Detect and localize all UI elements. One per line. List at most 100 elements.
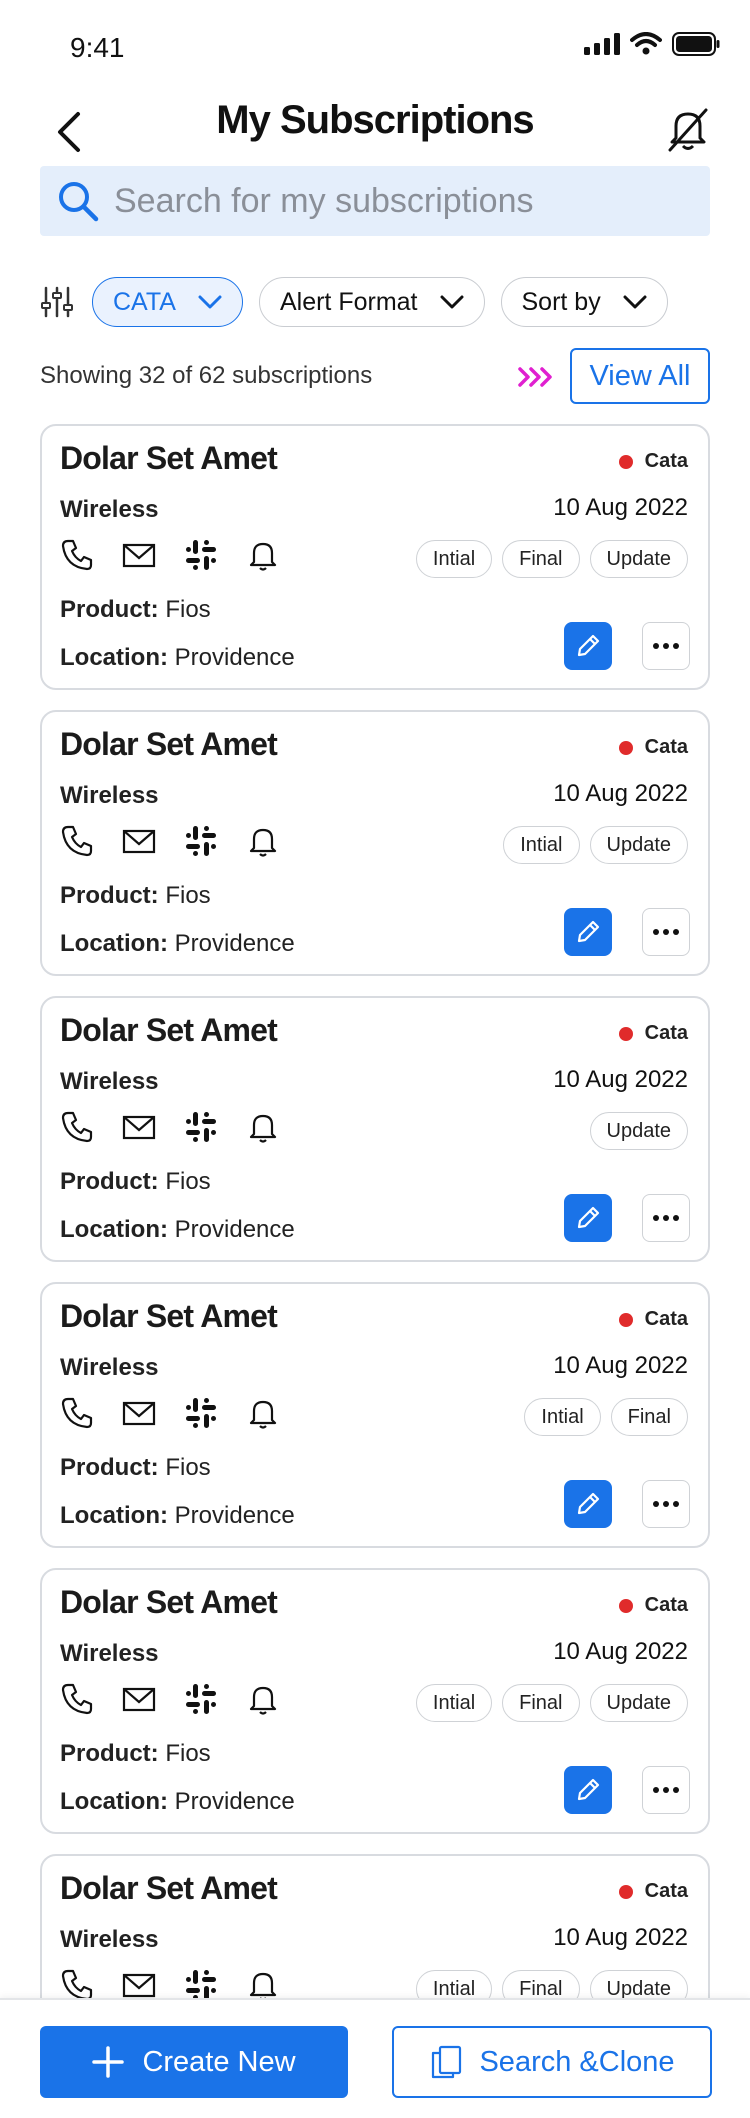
edit-button[interactable] bbox=[564, 1766, 612, 1814]
location-value: Providence bbox=[174, 1502, 295, 1529]
slack-icon[interactable] bbox=[184, 1396, 218, 1430]
page-title: My Subscriptions bbox=[216, 98, 534, 142]
slack-icon[interactable] bbox=[184, 824, 218, 858]
status-label: Cata bbox=[644, 1308, 688, 1330]
product-value: Fios bbox=[165, 1740, 211, 1767]
filter-chip-sort-by[interactable]: Sort by bbox=[500, 277, 668, 327]
location-label: Location: bbox=[60, 1216, 168, 1243]
tag-final[interactable]: Final bbox=[610, 1398, 688, 1436]
bell-icon[interactable] bbox=[246, 1110, 280, 1144]
subscription-card[interactable]: Dolar Set Amet Cata Wireless 10 Aug 2022… bbox=[40, 996, 710, 1262]
more-options-button[interactable] bbox=[642, 622, 690, 670]
status-dot bbox=[618, 1598, 633, 1613]
bell-off-icon bbox=[668, 108, 708, 152]
mail-icon[interactable] bbox=[122, 1682, 156, 1716]
tag-intial[interactable]: Intial bbox=[415, 1684, 493, 1722]
status-dot bbox=[618, 1884, 633, 1899]
subscription-card[interactable]: Dolar Set Amet Cata Wireless 10 Aug 2022… bbox=[40, 1282, 710, 1548]
status-dot bbox=[618, 454, 633, 469]
alert-format-tags: Intial Final bbox=[524, 1398, 688, 1436]
tag-final[interactable]: Final bbox=[502, 540, 580, 578]
slack-icon[interactable] bbox=[184, 1968, 218, 2002]
bell-icon[interactable] bbox=[246, 1682, 280, 1716]
edit-button[interactable] bbox=[564, 1480, 612, 1528]
card-date: 10 Aug 2022 bbox=[553, 1638, 688, 1665]
product-label: Product: bbox=[60, 882, 159, 909]
location-value: Providence bbox=[174, 1788, 295, 1815]
more-icon bbox=[653, 643, 679, 649]
mail-icon[interactable] bbox=[122, 538, 156, 572]
edit-button[interactable] bbox=[564, 908, 612, 956]
bell-icon[interactable] bbox=[246, 1968, 280, 2002]
subscription-card[interactable]: Dolar Set Amet Cata Wireless 10 Aug 2022… bbox=[40, 1568, 710, 1834]
tag-update[interactable]: Update bbox=[589, 540, 688, 578]
status-dot bbox=[618, 1312, 633, 1327]
card-title: Dolar Set Amet bbox=[60, 440, 278, 476]
search-input[interactable] bbox=[114, 181, 674, 221]
slack-icon[interactable] bbox=[184, 1110, 218, 1144]
card-date: 10 Aug 2022 bbox=[553, 1352, 688, 1379]
mail-icon[interactable] bbox=[122, 824, 156, 858]
phone-icon[interactable] bbox=[60, 1110, 94, 1144]
card-location: Location: Providence bbox=[60, 930, 295, 958]
more-options-button[interactable] bbox=[642, 908, 690, 956]
alert-format-tags: Intial Final Update bbox=[415, 540, 688, 578]
mail-icon[interactable] bbox=[122, 1110, 156, 1144]
bell-icon[interactable] bbox=[246, 538, 280, 572]
more-icon bbox=[653, 1787, 679, 1793]
channel-icons bbox=[60, 1396, 280, 1430]
plus-icon bbox=[92, 2046, 125, 2078]
edit-button[interactable] bbox=[564, 1194, 612, 1242]
status-label: Cata bbox=[644, 1594, 688, 1616]
tag-intial[interactable]: Intial bbox=[524, 1398, 601, 1436]
edit-button[interactable] bbox=[564, 622, 612, 670]
card-location: Location: Providence bbox=[60, 1502, 295, 1530]
mail-icon[interactable] bbox=[122, 1396, 156, 1430]
product-value: Fios bbox=[165, 1454, 211, 1481]
status-time: 9:41 bbox=[70, 32, 125, 63]
more-options-button[interactable] bbox=[642, 1194, 690, 1242]
tag-update[interactable]: Update bbox=[589, 1684, 688, 1722]
bell-icon[interactable] bbox=[246, 1396, 280, 1430]
chevron-down-icon bbox=[623, 295, 647, 309]
tag-intial[interactable]: Intial bbox=[415, 540, 493, 578]
phone-icon[interactable] bbox=[60, 1396, 94, 1430]
phone-icon[interactable] bbox=[60, 538, 94, 572]
create-new-button[interactable]: Create New bbox=[40, 2026, 348, 2098]
tag-final[interactable]: Final bbox=[502, 1684, 580, 1722]
slack-icon[interactable] bbox=[184, 1682, 218, 1716]
channel-icons bbox=[60, 538, 280, 572]
pencil-icon bbox=[577, 634, 600, 657]
mail-icon[interactable] bbox=[122, 1968, 156, 2002]
view-all-button[interactable]: View All bbox=[570, 348, 710, 404]
chevron-down-icon bbox=[198, 295, 222, 309]
filter-chip-cata[interactable]: CATA bbox=[92, 277, 243, 327]
phone-icon[interactable] bbox=[60, 1968, 94, 2002]
more-options-button[interactable] bbox=[642, 1766, 690, 1814]
tag-update[interactable]: Update bbox=[589, 826, 688, 864]
chevron-down-icon bbox=[440, 295, 463, 309]
header: My Subscriptions bbox=[0, 90, 750, 170]
phone-icon[interactable] bbox=[60, 1682, 94, 1716]
location-value: Providence bbox=[174, 1216, 295, 1243]
alert-format-tags: Intial Update bbox=[503, 826, 688, 864]
subscription-card[interactable]: Dolar Set Amet Cata Wireless 10 Aug 2022… bbox=[40, 710, 710, 976]
more-options-button[interactable] bbox=[642, 1480, 690, 1528]
notifications-off-button[interactable] bbox=[666, 104, 710, 154]
bell-icon[interactable] bbox=[246, 824, 280, 858]
slack-icon[interactable] bbox=[184, 538, 218, 572]
tag-intial[interactable]: Intial bbox=[503, 826, 580, 864]
status-badge: Cata bbox=[618, 1308, 688, 1331]
filter-chip-alert-format[interactable]: Alert Format bbox=[258, 277, 485, 327]
card-date: 10 Aug 2022 bbox=[553, 494, 688, 521]
bottom-action-bar: Create New Search &Clone bbox=[0, 1998, 750, 2118]
status-badge: Cata bbox=[618, 1594, 688, 1617]
filter-sliders-icon[interactable] bbox=[40, 285, 74, 319]
subscription-card[interactable]: Dolar Set Amet Cata Wireless 10 Aug 2022… bbox=[40, 424, 710, 690]
card-title: Dolar Set Amet bbox=[60, 1870, 278, 1906]
more-icon bbox=[653, 1215, 679, 1221]
tag-update[interactable]: Update bbox=[589, 1112, 688, 1150]
search-clone-button[interactable]: Search &Clone bbox=[392, 2026, 712, 2098]
phone-icon[interactable] bbox=[60, 824, 94, 858]
status-label: Cata bbox=[644, 450, 688, 472]
